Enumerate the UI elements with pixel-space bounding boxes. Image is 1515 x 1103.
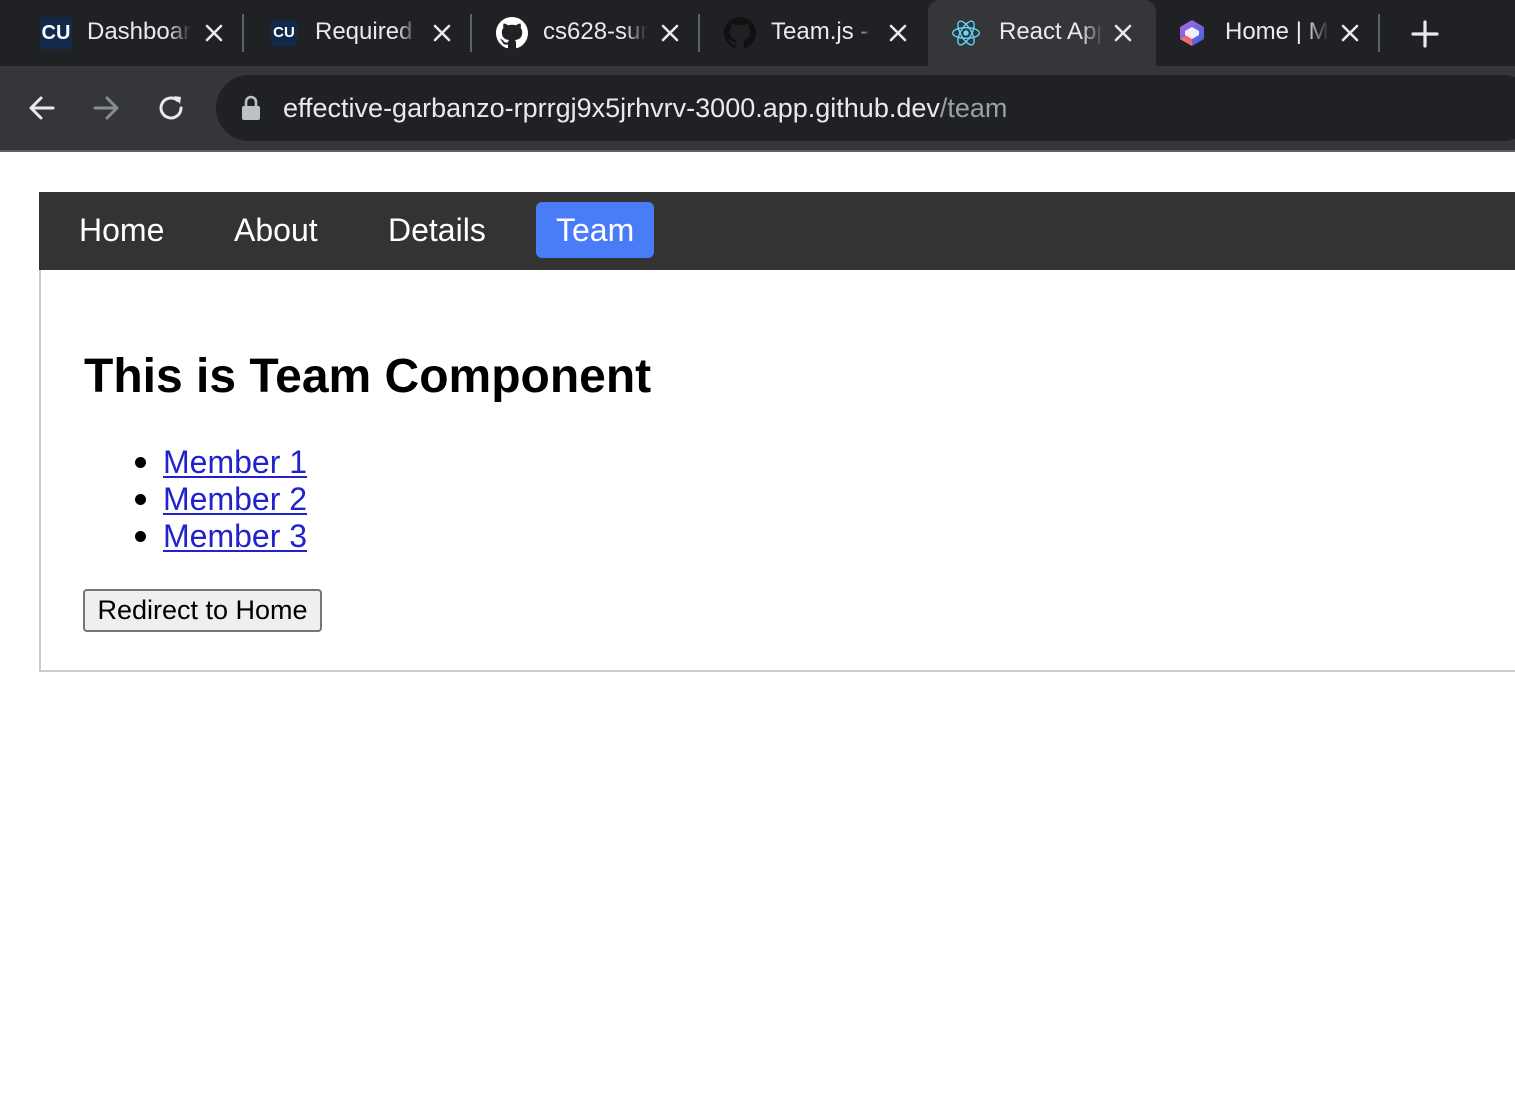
- tab-separator: [470, 14, 472, 52]
- list-item: Member 2: [84, 481, 307, 518]
- browser-tab-react-app[interactable]: React App: [928, 0, 1156, 66]
- member-link-3[interactable]: Member 3: [163, 518, 307, 554]
- bullet-icon: [135, 457, 146, 468]
- browser-tab-team-js[interactable]: Team.js - c: [712, 0, 926, 66]
- tab-separator: [242, 14, 244, 52]
- close-icon[interactable]: [882, 17, 914, 49]
- redirect-home-button[interactable]: Redirect to Home: [83, 589, 322, 632]
- tab-separator: [1378, 14, 1380, 52]
- react-icon: [950, 17, 982, 49]
- arrow-left-icon: [29, 96, 55, 120]
- nav-link-home[interactable]: Home: [79, 202, 164, 258]
- close-icon[interactable]: [654, 17, 686, 49]
- close-icon[interactable]: [426, 17, 458, 49]
- member-link-1[interactable]: Member 1: [163, 444, 307, 480]
- tab-separator: [698, 14, 700, 52]
- browser-tab-home-microsoft[interactable]: Home | Mi: [1164, 0, 1378, 66]
- reload-button[interactable]: [151, 88, 191, 128]
- url-path: /team: [939, 93, 1008, 123]
- lock-icon: [242, 95, 260, 120]
- member-link-2[interactable]: Member 2: [163, 481, 307, 517]
- browser-tab-cs628[interactable]: cs628-sum: [484, 0, 698, 66]
- browser-toolbar: effective-garbanzo-rprrgj9x5jrhvrv-3000.…: [0, 66, 1515, 186]
- plus-icon: [1411, 20, 1439, 48]
- address-bar[interactable]: effective-garbanzo-rprrgj9x5jrhvrv-3000.…: [216, 75, 1515, 141]
- forward-button[interactable]: [86, 88, 126, 128]
- tab-title: Home | Mi: [1225, 18, 1329, 45]
- github-icon: [724, 17, 756, 49]
- new-tab-button[interactable]: [1405, 14, 1445, 54]
- site-navbar: Home About Details Team: [39, 192, 1515, 270]
- team-panel: This is Team Component Member 1 Member 2…: [39, 270, 1515, 672]
- browser-tab-dashboard[interactable]: CU Dashboard: [28, 0, 242, 66]
- url-host: effective-garbanzo-rprrgj9x5jrhvrv-3000.…: [283, 93, 940, 123]
- list-item: Member 3: [84, 518, 307, 555]
- bullet-icon: [135, 531, 146, 542]
- microsoft-365-icon: [1176, 17, 1208, 49]
- nav-link-about[interactable]: About: [234, 202, 318, 258]
- tab-title: React App: [999, 18, 1103, 45]
- github-icon: [496, 17, 528, 49]
- close-icon[interactable]: [1107, 17, 1139, 49]
- list-item: Member 1: [84, 444, 307, 481]
- arrow-right-icon: [93, 96, 119, 120]
- browser-tab-strip: CU Dashboard CU Required cs628-sum Team: [0, 0, 1515, 66]
- tab-title: Required: [315, 18, 413, 45]
- nav-link-details[interactable]: Details: [388, 202, 486, 258]
- cu-logo-icon: CU: [40, 17, 72, 49]
- close-icon[interactable]: [198, 17, 230, 49]
- back-button[interactable]: [22, 88, 62, 128]
- tab-title: Dashboard: [87, 18, 191, 45]
- browser-tab-required[interactable]: CU Required: [256, 0, 470, 66]
- page-viewport: Home About Details Team This is Team Com…: [0, 152, 1515, 1103]
- tab-title: Team.js - c: [771, 18, 875, 45]
- close-icon[interactable]: [1334, 17, 1366, 49]
- cu-logo-icon: CU: [268, 17, 300, 49]
- url-text: effective-garbanzo-rprrgj9x5jrhvrv-3000.…: [283, 92, 1007, 124]
- nav-link-team[interactable]: Team: [536, 202, 655, 258]
- tab-title: cs628-sum: [543, 18, 647, 45]
- member-list: Member 1 Member 2 Member 3: [84, 444, 307, 555]
- page-title: This is Team Component: [84, 350, 652, 403]
- bullet-icon: [135, 494, 146, 505]
- reload-icon: [159, 96, 183, 120]
